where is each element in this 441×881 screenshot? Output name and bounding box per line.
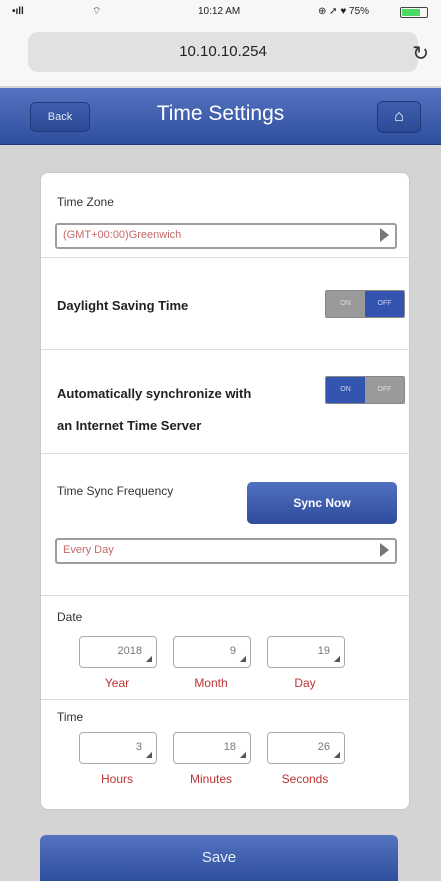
timezone-section: Time Zone (GMT+00:00)Greenwich [41, 173, 409, 257]
year-unit-label: Year [104, 676, 130, 690]
resize-grip-icon: ◢ [333, 654, 340, 663]
sync-frequency-label: Time Sync Frequency [57, 484, 174, 498]
dst-toggle[interactable]: ON OFF [325, 290, 405, 318]
month-value: 9 [229, 645, 236, 657]
autosync-section: Automatically synchronize with an Intern… [41, 349, 409, 454]
minutes-stepper[interactable]: 18 ◢ [173, 732, 251, 764]
autosync-label-line2: an Internet Time Server [57, 418, 202, 433]
dst-section: Daylight Saving Time ON OFF [41, 257, 409, 350]
timezone-label: Time Zone [57, 195, 114, 209]
date-label: Date [57, 610, 83, 624]
year-value: 2018 [117, 645, 142, 657]
time-label: Time [57, 710, 84, 724]
sync-now-button[interactable]: Sync Now [247, 482, 397, 524]
dst-toggle-on: ON [326, 291, 365, 317]
home-icon: ⌂ [394, 108, 404, 125]
status-indicators: ⊕ ➚ ♥ 75% [318, 6, 370, 17]
minutes-unit-label: Minutes [189, 772, 233, 786]
hours-stepper[interactable]: 3 ◢ [79, 732, 157, 764]
autosync-toggle-off: OFF [365, 377, 404, 403]
time-section: Time 3 ◢ 18 ◢ 26 ◢ Hours Minutes Seconds [41, 699, 409, 809]
dropdown-arrow-icon [380, 228, 389, 242]
timezone-select[interactable]: (GMT+00:00)Greenwich [55, 223, 397, 249]
hours-value: 3 [135, 741, 142, 753]
page-title: Time Settings [156, 102, 285, 125]
seconds-unit-label: Seconds [281, 772, 329, 786]
wifi-icon: ⌔ [92, 6, 102, 17]
resize-grip-icon: ◢ [239, 654, 246, 663]
dst-label: Daylight Saving Time [57, 298, 189, 313]
signal-icon: •ıll [12, 6, 24, 17]
date-section: Date 2018 ◢ 9 ◢ 19 ◢ Year Month Day [41, 595, 409, 700]
resize-grip-icon: ◢ [145, 750, 152, 759]
month-stepper[interactable]: 9 ◢ [173, 636, 251, 668]
home-button[interactable]: ⌂ [377, 101, 421, 133]
dst-toggle-off: OFF [365, 291, 404, 317]
minutes-value: 18 [223, 741, 236, 753]
save-button[interactable]: Save [40, 835, 398, 881]
address-bar[interactable]: 10.10.10.254 [28, 32, 418, 72]
day-value: 19 [317, 645, 330, 657]
autosync-toggle-on: ON [326, 377, 365, 403]
seconds-stepper[interactable]: 26 ◢ [267, 732, 345, 764]
battery-icon [400, 7, 428, 18]
status-bar: •ıll ⌔ 10:12 AM ⊕ ➚ ♥ 75% [0, 0, 441, 24]
reload-icon[interactable]: ↻ [412, 41, 429, 66]
seconds-value: 26 [317, 741, 330, 753]
browser-toolbar: 10.10.10.254 ↻ [0, 24, 441, 86]
month-unit-label: Month [194, 676, 228, 690]
day-unit-label: Day [294, 676, 316, 690]
settings-card: Time Zone (GMT+00:00)Greenwich Daylight … [40, 172, 410, 810]
hours-unit-label: Hours [100, 772, 133, 786]
page-header: Back Time Settings ⌂ [0, 88, 441, 145]
sync-frequency-value: Every Day [63, 544, 114, 556]
status-time: 10:12 AM [198, 6, 241, 17]
sync-frequency-select[interactable]: Every Day [55, 538, 397, 564]
dropdown-arrow-icon [380, 543, 389, 557]
timezone-value: (GMT+00:00)Greenwich [63, 229, 182, 241]
day-stepper[interactable]: 19 ◢ [267, 636, 345, 668]
resize-grip-icon: ◢ [145, 654, 152, 663]
autosync-label-line1: Automatically synchronize with [57, 386, 252, 401]
year-stepper[interactable]: 2018 ◢ [79, 636, 157, 668]
resize-grip-icon: ◢ [239, 750, 246, 759]
sync-frequency-section: Time Sync Frequency Sync Now Every Day [41, 453, 409, 596]
autosync-toggle[interactable]: ON OFF [325, 376, 405, 404]
resize-grip-icon: ◢ [333, 750, 340, 759]
